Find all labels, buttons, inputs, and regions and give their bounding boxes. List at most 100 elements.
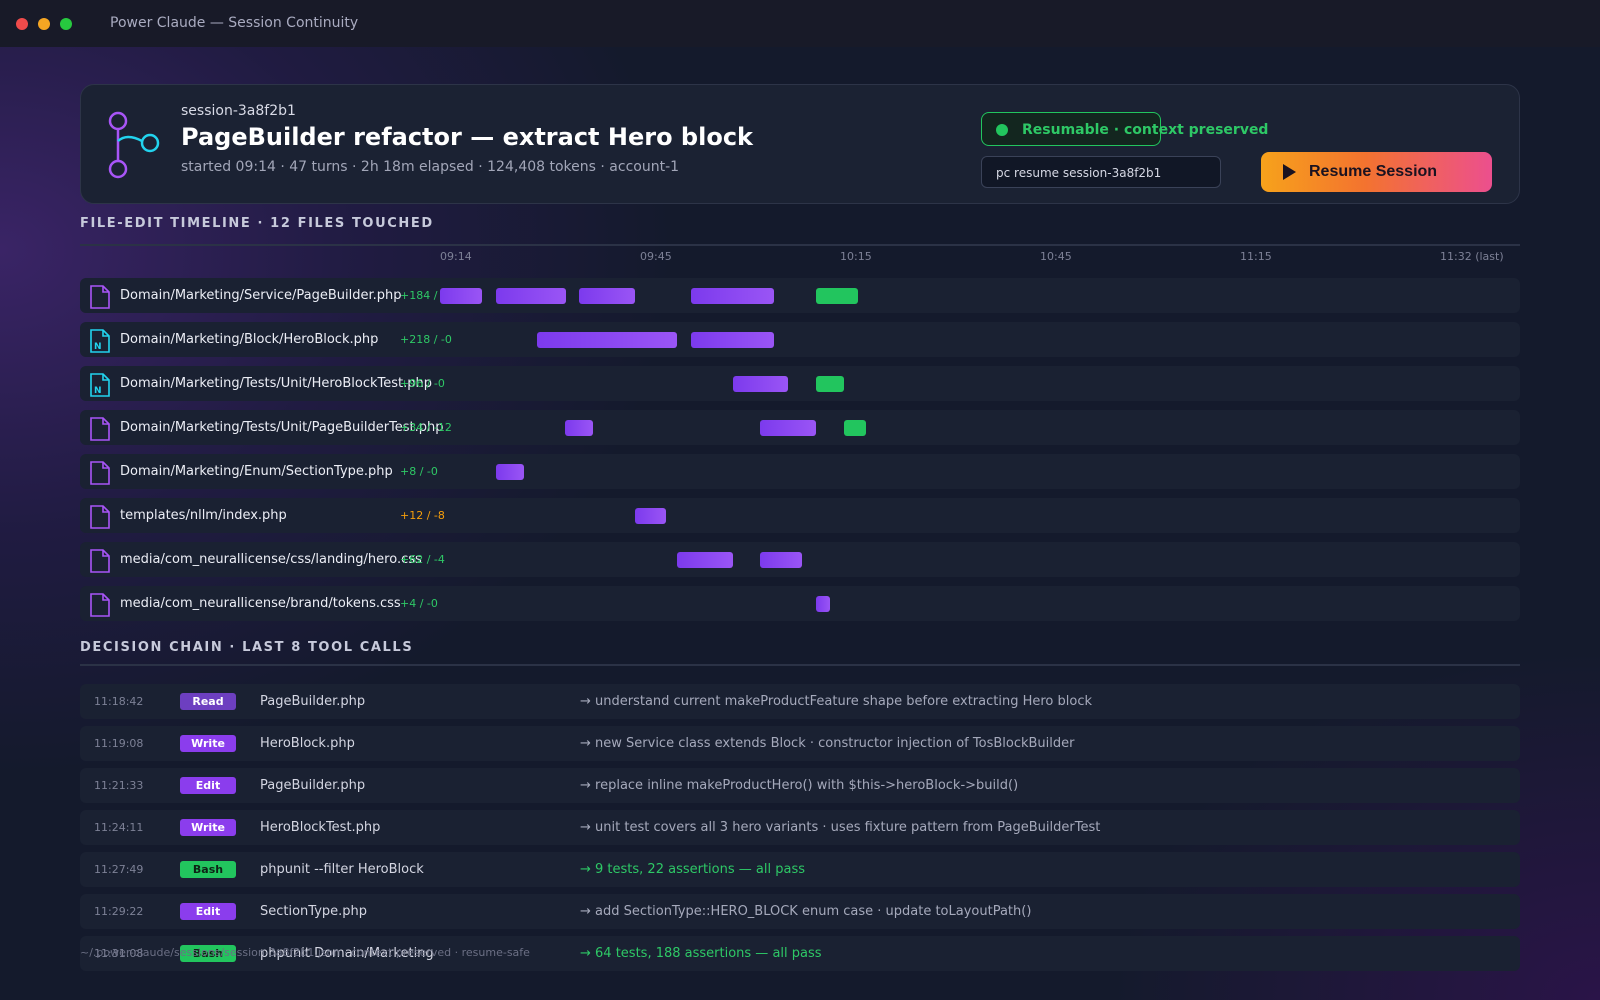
edit-segment[interactable] <box>677 552 733 568</box>
timeline-tick: 09:14 <box>440 250 472 263</box>
call-target: PageBuilder.php <box>260 694 366 709</box>
call-target: PageBuilder.php <box>260 778 366 793</box>
call-target: HeroBlock.php <box>260 736 355 751</box>
session-meta: started 09:14 · 47 turns · 2h 18m elapse… <box>181 159 680 175</box>
timeline-tick: 11:32 (last) <box>1440 250 1504 263</box>
svg-text:N: N <box>94 342 102 352</box>
resume-session-label: Resume Session <box>1309 163 1438 180</box>
call-rationale: → understand current makeProductFeature … <box>580 694 1092 709</box>
file-path: Domain/Marketing/Block/HeroBlock.php <box>120 332 379 347</box>
session-title: PageBuilder refactor — extract Hero bloc… <box>181 123 754 151</box>
call-target: SectionType.php <box>260 904 368 919</box>
call-rationale: → replace inline makeProductHero() with … <box>580 778 1019 793</box>
file-row[interactable]: Domain/Marketing/Tests/Unit/PageBuilderT… <box>80 410 1520 445</box>
tool-call-row[interactable]: 11:18:42 Read PageBuilder.php → understand … <box>80 684 1520 719</box>
edit-segment[interactable] <box>496 288 566 304</box>
file-row[interactable]: media/com_neurallicense/css/landing/hero… <box>80 542 1520 577</box>
file-row[interactable]: Domain/Marketing/Service/PageBuilder.php… <box>80 278 1520 313</box>
tool-badge: Edit <box>180 903 236 920</box>
file-path: Domain/Marketing/Service/PageBuilder.php <box>120 288 402 303</box>
tool-badge: Bash <box>180 861 236 878</box>
test-run-segment[interactable] <box>816 288 858 304</box>
call-target: phpunit --filter HeroBlock <box>260 862 424 877</box>
edit-segment[interactable] <box>691 288 774 304</box>
file-path: Domain/Marketing/Enum/SectionType.php <box>120 464 393 479</box>
edit-segment[interactable] <box>760 420 816 436</box>
tool-badge: Write <box>180 735 236 752</box>
file-icon <box>90 505 110 529</box>
file-row[interactable]: media/com_neurallicense/brand/tokens.css… <box>80 586 1520 621</box>
test-run-segment[interactable] <box>816 376 844 392</box>
file-row[interactable]: Domain/Marketing/Enum/SectionType.php +8 … <box>80 454 1520 489</box>
decision-chain-heading: DECISION CHAIN · LAST 8 TOOL CALLS <box>80 640 414 655</box>
file-diff-stat: +34 / -12 <box>400 421 452 434</box>
file-icon <box>90 593 110 617</box>
file-path: media/com_neurallicense/brand/tokens.css <box>120 596 401 611</box>
status-dot-icon <box>996 124 1008 136</box>
edit-segment[interactable] <box>760 552 802 568</box>
timeline-tick: 09:45 <box>640 250 672 263</box>
svg-text:N: N <box>94 386 102 396</box>
edit-segment[interactable] <box>733 376 788 392</box>
call-time: 11:21:33 <box>94 779 144 792</box>
test-run-segment[interactable] <box>844 420 866 436</box>
file-path: media/com_neurallicense/css/landing/hero… <box>120 552 422 567</box>
tool-call-row[interactable]: 11:24:11 Write HeroBlockTest.php → unit tes… <box>80 810 1520 845</box>
edit-segment[interactable] <box>537 332 677 348</box>
edit-segment[interactable] <box>440 288 482 304</box>
call-time: 11:29:22 <box>94 905 144 918</box>
file-row[interactable]: N Domain/Marketing/Block/HeroBlock.php +21… <box>80 322 1520 357</box>
decision-chain-divider <box>80 664 1520 666</box>
call-time: 11:19:08 <box>94 737 144 750</box>
call-rationale: → 64 tests, 188 assertions — all pass <box>580 946 822 961</box>
tool-call-row[interactable]: 11:27:49 Bash phpunit --filter HeroBlock → … <box>80 852 1520 887</box>
call-rationale: → new Service class extends Block · cons… <box>580 736 1075 751</box>
timeline-tick: 10:15 <box>840 250 872 263</box>
tool-call-row[interactable]: 11:29:22 Edit SectionType.php → add Section… <box>80 894 1520 929</box>
maximize-window-button[interactable] <box>60 18 72 30</box>
timeline-divider <box>80 244 1520 246</box>
file-icon <box>90 461 110 485</box>
window-title: Power Claude — Session Continuity <box>110 15 359 31</box>
tool-badge: Edit <box>180 777 236 794</box>
call-rationale: → 9 tests, 22 assertions — all pass <box>580 862 805 877</box>
file-icon <box>90 285 110 309</box>
session-id: session-3a8f2b1 <box>181 103 296 119</box>
minimize-window-button[interactable] <box>38 18 50 30</box>
resume-command-field[interactable]: pc resume session-3a8f2b1 <box>981 156 1221 188</box>
tool-badge: Write <box>180 819 236 836</box>
file-diff-stat: +12 / -8 <box>400 509 445 522</box>
file-diff-stat: +4 / -0 <box>400 597 438 610</box>
call-time: 11:18:42 <box>94 695 144 708</box>
call-rationale: → add SectionType::HERO_BLOCK enum case … <box>580 904 1032 919</box>
file-diff-stat: +62 / -4 <box>400 553 445 566</box>
close-window-button[interactable] <box>16 18 28 30</box>
edit-segment[interactable] <box>579 288 635 304</box>
call-target: HeroBlockTest.php <box>260 820 381 835</box>
edit-segment[interactable] <box>496 464 524 480</box>
resume-session-button[interactable]: Resume Session <box>1261 152 1492 192</box>
file-row[interactable]: templates/nllm/index.php +12 / -8 <box>80 498 1520 533</box>
session-file-path: ~/.power-claude/sessions/session-3a8f2b1… <box>80 946 530 959</box>
file-path: Domain/Marketing/Tests/Unit/PageBuilderT… <box>120 420 444 435</box>
new-file-icon: N <box>90 373 110 397</box>
tool-call-row[interactable]: 11:19:08 Write HeroBlock.php → new Service … <box>80 726 1520 761</box>
call-rationale: → unit test covers all 3 hero variants ·… <box>580 820 1101 835</box>
edit-segment[interactable] <box>565 420 593 436</box>
window-titlebar: Power Claude — Session Continuity <box>0 0 1600 47</box>
file-diff-stat: +8 / -0 <box>400 465 438 478</box>
edit-segment[interactable] <box>691 332 774 348</box>
call-time: 11:24:11 <box>94 821 144 834</box>
status-text: Resumable · context preserved <box>1022 122 1269 138</box>
file-icon <box>90 417 110 441</box>
new-file-icon: N <box>90 329 110 353</box>
timeline-tick: 11:15 <box>1240 250 1272 263</box>
timeline-tick: 10:45 <box>1040 250 1072 263</box>
edit-segment[interactable] <box>635 508 666 524</box>
tool-call-row[interactable]: 11:21:33 Edit PageBuilder.php → replace inl… <box>80 768 1520 803</box>
edit-segment[interactable] <box>816 596 830 612</box>
file-row[interactable]: N Domain/Marketing/Tests/Unit/HeroBlockTe… <box>80 366 1520 401</box>
file-path: Domain/Marketing/Tests/Unit/HeroBlockTes… <box>120 376 433 391</box>
file-diff-stat: +218 / -0 <box>400 333 452 346</box>
branch-icon <box>108 111 160 179</box>
